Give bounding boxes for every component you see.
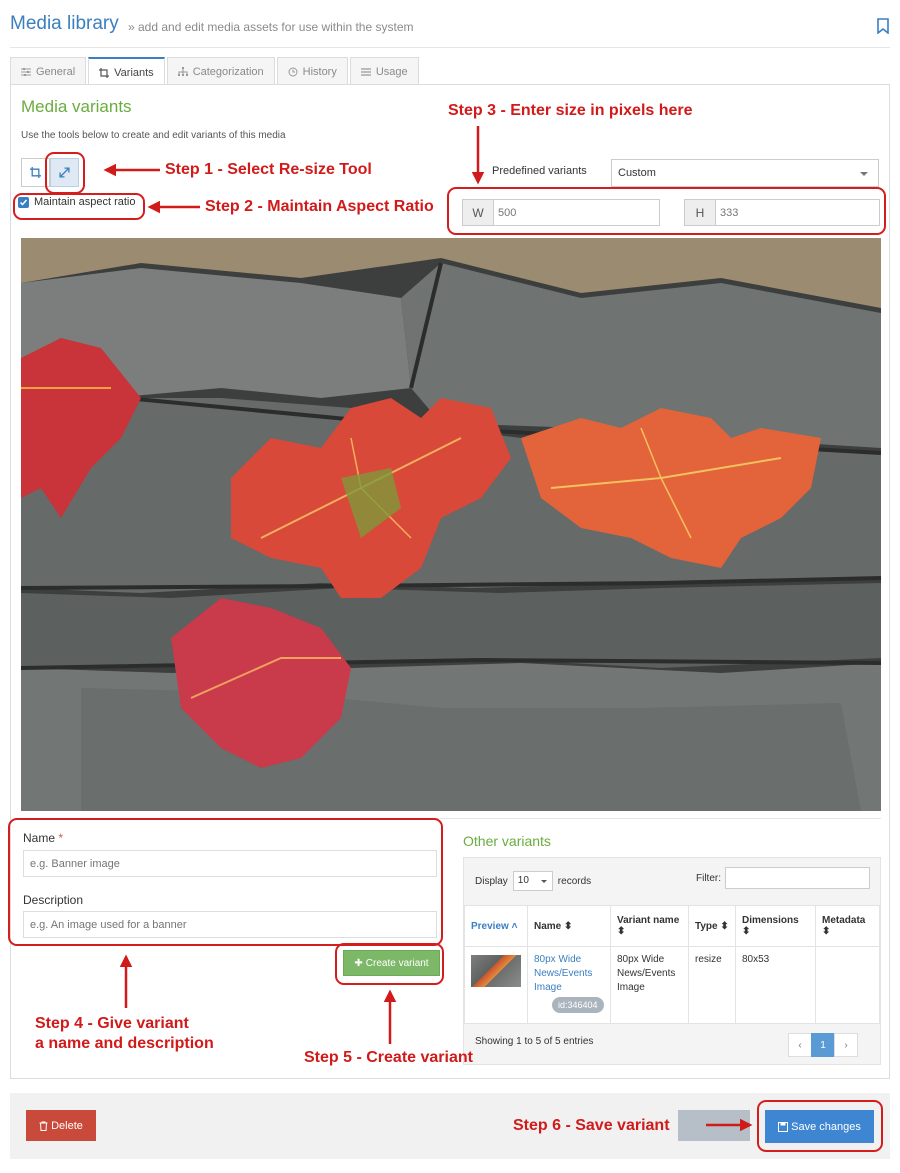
column-header-type[interactable]: Type ⬍ (688, 905, 736, 947)
crop-icon (99, 67, 110, 78)
sort-icon: ⬍ (617, 926, 626, 937)
tab-history[interactable]: History (276, 57, 348, 85)
secondary-button[interactable] (678, 1110, 750, 1141)
highlight-create-variant (335, 943, 444, 985)
table-row[interactable]: 80px Wide News/Events Image id:346404 80… (464, 946, 880, 1024)
step-4-annotation: Step 4 - Give variant a name and descrip… (35, 1014, 214, 1054)
type-cell: resize (688, 946, 736, 1024)
pager-prev-button[interactable]: ‹ (788, 1033, 812, 1057)
variant-name-link[interactable]: 80px Wide News/Events Image (534, 953, 604, 995)
records-label: records (557, 875, 592, 887)
other-variants-table: Preview ˄ Name ⬍ Variant name ⬍ Type ⬍ D… (464, 905, 880, 1024)
tab-variants[interactable]: Variants (88, 57, 165, 86)
tab-bar: General Variants Categorization History … (10, 57, 421, 86)
column-header-preview[interactable]: Preview ˄ (464, 905, 528, 947)
column-header-name[interactable]: Name ⬍ (527, 905, 611, 947)
predefined-variants-label: Predefined variants (492, 165, 587, 177)
step-1-annotation: Step 1 - Select Re-size Tool (165, 161, 372, 178)
sliders-icon (21, 67, 31, 76)
pager-page-1[interactable]: 1 (811, 1033, 835, 1057)
highlight-name-description (8, 818, 443, 946)
section-title: Media variants (21, 97, 132, 116)
page-title: Media library (10, 13, 119, 34)
list-icon (360, 67, 371, 76)
id-badge: id:346404 (552, 997, 604, 1013)
column-label: Type (695, 920, 718, 932)
tab-categorization[interactable]: Categorization (166, 57, 275, 85)
table-info: Showing 1 to 5 of 5 entries (475, 1036, 594, 1047)
highlight-maintain-aspect (13, 193, 145, 220)
step-4-line-2: a name and description (35, 1035, 214, 1052)
column-header-variant-name[interactable]: Variant name ⬍ (610, 905, 689, 947)
delete-label: Delete (51, 1119, 83, 1132)
highlight-save-changes (757, 1100, 883, 1152)
other-variants-table-wrapper: Display 10 records Filter: Preview ˄ Nam… (463, 857, 881, 1065)
section-description: Use the tools below to create and edit v… (21, 130, 286, 141)
step-4-line-1: Step 4 - Give variant (35, 1015, 189, 1032)
preview-cell (464, 946, 528, 1024)
column-label: Metadata (822, 915, 866, 926)
column-header-metadata[interactable]: Metadata ⬍ (815, 905, 880, 947)
trash-icon (39, 1121, 48, 1131)
records-select-value: 10 (517, 875, 529, 886)
column-label: Name (534, 920, 562, 932)
preview-thumbnail[interactable] (471, 955, 521, 987)
column-label: Dimensions (742, 915, 799, 926)
tab-label: General (36, 65, 76, 78)
sort-icon: ⬍ (822, 926, 831, 937)
step-5-annotation: Step 5 - Create variant (304, 1049, 473, 1066)
name-cell: 80px Wide News/Events Image id:346404 (527, 946, 611, 1024)
records-per-page: Display 10 records (475, 871, 591, 891)
sitemap-icon (177, 66, 188, 76)
bookmark-icon[interactable] (876, 18, 890, 34)
column-label: Preview (471, 920, 509, 932)
sort-icon: ⬍ (564, 920, 573, 932)
media-image-canvas (21, 238, 881, 811)
sort-up-icon: ˄ (511, 920, 518, 932)
highlight-resize-tool (45, 152, 85, 194)
predefined-variants-value: Custom (618, 167, 656, 179)
filter-label: Filter: (696, 873, 721, 884)
clock-icon (288, 67, 298, 76)
column-label: Variant name (617, 915, 680, 926)
caret-down-icon (540, 880, 547, 883)
dimensions-cell: 80x53 (735, 946, 816, 1024)
tab-usage[interactable]: Usage (349, 57, 419, 85)
other-variants-title: Other variants (463, 833, 551, 849)
filter-input[interactable] (725, 867, 870, 889)
pager-next-button[interactable]: › (834, 1033, 858, 1057)
crop-icon (30, 167, 41, 178)
column-header-dimensions[interactable]: Dimensions ⬍ (735, 905, 816, 947)
media-image[interactable] (21, 238, 881, 811)
delete-button[interactable]: Delete (26, 1110, 96, 1141)
tab-label: Variants (114, 66, 154, 79)
page-subtitle: » add and edit media assets for use with… (128, 20, 414, 34)
page-header: Media library » add and edit media asset… (10, 10, 890, 48)
caret-down-icon (860, 172, 868, 176)
sort-icon: ⬍ (742, 926, 751, 937)
tab-label: Usage (375, 65, 408, 78)
pagination: ‹ 1 › (788, 1033, 858, 1057)
tab-general[interactable]: General (10, 57, 87, 85)
predefined-variants-select[interactable]: Custom (611, 159, 879, 187)
metadata-cell (815, 946, 880, 1024)
step-6-annotation: Step 6 - Save variant (513, 1117, 670, 1134)
highlight-size-inputs (447, 187, 886, 235)
tab-label: Categorization (192, 65, 264, 78)
records-select[interactable]: 10 (512, 871, 553, 891)
sort-icon: ⬍ (720, 920, 729, 932)
tab-label: History (302, 65, 337, 78)
step-3-annotation: Step 3 - Enter size in pixels here (448, 102, 693, 119)
display-label: Display (475, 875, 508, 887)
step-2-annotation: Step 2 - Maintain Aspect Ratio (205, 198, 434, 215)
variant-name-cell: 80px Wide News/Events Image (610, 946, 689, 1024)
